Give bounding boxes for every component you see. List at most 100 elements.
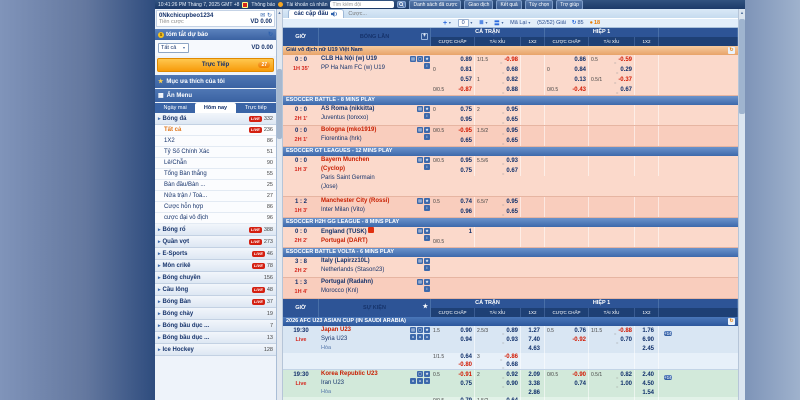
star-icon[interactable]: ★: [423, 304, 428, 311]
odds-value[interactable]: 0.65: [460, 138, 472, 144]
odds-value[interactable]: 0.93: [506, 337, 518, 343]
odds-value[interactable]: 2.45: [637, 346, 656, 352]
home-team[interactable]: Bologna (mko1919): [321, 126, 429, 135]
info-icon[interactable]: i: [424, 113, 430, 119]
odds-value[interactable]: -0.43: [572, 87, 586, 93]
tab-tomorrow[interactable]: Ngày mai: [155, 103, 195, 113]
league-bar-esoccer-gt[interactable]: ESOCCER GT LEAGUES - 12 MINS PLAY: [283, 147, 738, 156]
favorite-icon[interactable]: ★: [424, 106, 430, 112]
odds-value[interactable]: -0.98: [504, 57, 518, 63]
league-bar-esoccer-h2h[interactable]: ESOCCER H2H GG LEAGUE - 8 MINS PLAY: [283, 218, 738, 227]
odds-value[interactable]: 0.96: [460, 209, 472, 215]
home-team[interactable]: Manchester City (Rossi): [321, 197, 429, 206]
league-bar-esoccer-battle[interactable]: ESOCCER BATTLE - 8 MINS PLAY: [283, 96, 738, 105]
odds-value[interactable]: 0.68: [506, 67, 518, 73]
odds-value[interactable]: 0.65: [506, 117, 518, 123]
home-team[interactable]: Italy (Lapirzz10L): [321, 257, 429, 266]
stats-icon[interactable]: ▤: [410, 327, 416, 333]
odds-value[interactable]: 0.92: [506, 372, 518, 378]
odds-value[interactable]: 1.27: [523, 328, 542, 334]
stats-icon[interactable]: ▤: [417, 127, 423, 133]
sidebar-item-basketball[interactable]: ▸Bóng rổLIVE388: [155, 224, 276, 236]
favorite-icon[interactable]: ★: [424, 279, 430, 285]
sidebar-item-total-goals[interactable]: Tổng Bàn thắng55: [155, 169, 276, 180]
info-icon[interactable]: i: [424, 205, 430, 211]
odds-value[interactable]: 1.76: [637, 328, 656, 334]
odds-value[interactable]: 4.50: [637, 381, 656, 387]
odds-value[interactable]: 4.63: [523, 346, 542, 352]
refresh-timer[interactable]: ↻85: [572, 20, 584, 26]
odds-value[interactable]: 0.29: [620, 67, 632, 73]
odds-value[interactable]: 0.89: [460, 57, 472, 63]
draw-label[interactable]: Hòa: [321, 388, 429, 397]
notice-link[interactable]: Thông báo: [251, 2, 275, 8]
odds-value[interactable]: 0.57: [460, 77, 472, 83]
league-bar-u19[interactable]: Giải vô địch nữ U19 Việt Nam ↻: [283, 46, 738, 55]
stats-icon[interactable]: ▤: [417, 258, 423, 264]
sidebar-item-outright[interactable]: cược đại vô địch96: [155, 213, 276, 224]
league-bar-esoccer-volta[interactable]: ESOCCER BATTLE VOLTA - 6 MINS PLAY: [283, 248, 738, 257]
account-link[interactable]: Tài khoản cá nhân: [286, 2, 327, 8]
sidebar-item-table-tennis[interactable]: ▸Bóng BànLIVE37: [155, 296, 276, 308]
info-icon[interactable]: i: [424, 164, 430, 170]
tv-icon[interactable]: ▢: [417, 56, 423, 62]
bet-type-icon[interactable]: u: [417, 378, 423, 384]
odds-value[interactable]: 2.86: [523, 390, 542, 396]
sidebar-item-1x2[interactable]: 1X286: [155, 136, 276, 147]
odds-value[interactable]: 1.54: [637, 390, 656, 396]
bet-type-icon[interactable]: u: [417, 334, 423, 340]
away-team[interactable]: Juventus (tonxxo): [321, 114, 429, 123]
home-team[interactable]: Portugal (Radahn): [321, 278, 429, 287]
favorite-icon[interactable]: ★: [424, 56, 430, 62]
odds-value[interactable]: -0.87: [458, 87, 472, 93]
sidebar-item-rugby-2[interactable]: ▸Bóng bầu dục ...13: [155, 332, 276, 344]
sidebar-item-mix-parlay[interactable]: Cược hỗn hợp86: [155, 202, 276, 213]
odds-value[interactable]: 0.90: [460, 328, 472, 334]
odds-value[interactable]: 0.81: [460, 67, 472, 73]
odds-value[interactable]: 2.09: [523, 372, 542, 378]
away-team[interactable]: Inter Milan (Vito): [321, 206, 429, 215]
stats-icon[interactable]: ▤: [417, 279, 423, 285]
home-team[interactable]: Bayern Munchen: [321, 156, 429, 165]
odds-value[interactable]: 0.90: [506, 381, 518, 387]
forecast-summary-header[interactable]: $ tóm tắt dự báo ↻: [155, 29, 276, 40]
draw-label[interactable]: Hòa: [321, 344, 429, 353]
odds-value[interactable]: 0.13: [574, 77, 586, 83]
stats-icon[interactable]: ▤: [417, 157, 423, 163]
forecast-refresh-icon[interactable]: ↻: [268, 31, 273, 38]
favorite-icon[interactable]: ★: [424, 157, 430, 163]
favorites-button[interactable]: ★ Mục ưa thích của tôi: [155, 75, 276, 88]
odds-value[interactable]: 3.38: [523, 381, 542, 387]
away-team[interactable]: Paris Saint Germain: [321, 174, 429, 183]
announcement-icon[interactable]: [242, 2, 248, 8]
favorite-icon[interactable]: ★: [424, 327, 430, 333]
sidebar-item-correct-score[interactable]: Tỷ Số Chính Xác51: [155, 147, 276, 158]
sort-select[interactable]: Mã Lại▼: [510, 20, 531, 26]
home-team[interactable]: England (TUSK): [321, 227, 429, 237]
odds-value[interactable]: 1: [469, 229, 472, 235]
favorite-icon[interactable]: ★: [424, 198, 430, 204]
odds-value[interactable]: 0.93: [506, 158, 518, 164]
sidebar-item-badminton[interactable]: ▸Cầu lôngLIVE48: [155, 284, 276, 296]
odds-value[interactable]: -0.88: [618, 328, 632, 334]
stats-icon[interactable]: ▤: [410, 56, 416, 62]
odds-value[interactable]: -0.86: [504, 354, 518, 360]
favorite-icon[interactable]: ★: [424, 228, 430, 234]
odds-value[interactable]: 0.75: [460, 168, 472, 174]
odds-value[interactable]: 0.95: [506, 128, 518, 134]
favorite-icon[interactable]: ★: [424, 371, 430, 377]
forecast-filter-select[interactable]: Tất cả ▼: [158, 43, 189, 53]
odds-value[interactable]: 0.64: [460, 354, 472, 360]
sidebar-item-odd-even[interactable]: Lẻ/Chẵn90: [155, 158, 276, 169]
refresh-icon[interactable]: ↻: [728, 47, 735, 54]
odds-value[interactable]: 0.74: [460, 199, 472, 205]
tab-live[interactable]: Trực tiếp: [236, 103, 276, 113]
odds-value[interactable]: 0.68: [506, 362, 518, 368]
away-team[interactable]: Fiorentina (hrk): [321, 135, 429, 144]
bet-type-icon[interactable]: u: [410, 334, 416, 340]
odds-value[interactable]: 0.84: [574, 67, 586, 73]
hide-menu-button[interactable]: ▦ Ẩn Menu: [155, 89, 276, 102]
stats-icon[interactable]: ▤: [417, 228, 423, 234]
odds-value[interactable]: 0.86: [574, 57, 586, 63]
odds-value[interactable]: 0.95: [506, 199, 518, 205]
